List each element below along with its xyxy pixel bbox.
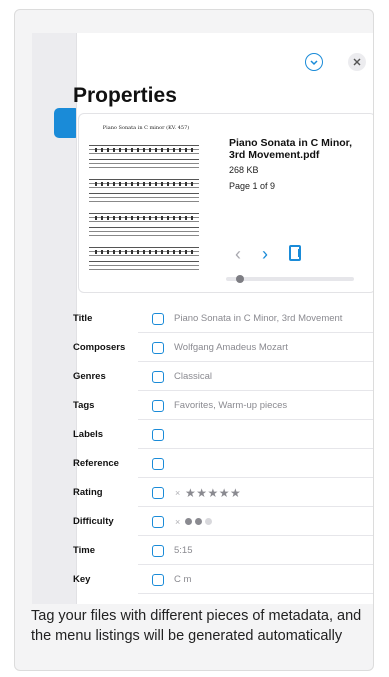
field-label: Time	[73, 545, 96, 556]
notes	[95, 216, 193, 220]
field-value[interactable]: Favorites, Warm-up pieces	[174, 400, 287, 411]
field-checkbox[interactable]	[152, 341, 164, 354]
field-value[interactable]: Classical	[174, 371, 212, 382]
field-checkbox[interactable]	[152, 457, 164, 470]
difficulty-dot[interactable]	[195, 518, 202, 525]
field-row-labels: Labels	[73, 420, 373, 449]
page-title: Properties	[73, 84, 177, 107]
field-label: Rating	[73, 487, 103, 498]
score-thumbnail[interactable]: Piano Sonata in C minor (KV. 457)	[81, 117, 205, 279]
field-label: Key	[73, 574, 91, 585]
file-name: Piano Sonata in C Minor, 3rd Movement.pd…	[229, 137, 353, 161]
file-preview-card: Piano Sonata in C minor (KV. 457) Piano …	[78, 113, 373, 293]
confirm-button[interactable]	[305, 53, 323, 71]
previous-page-button[interactable]: ‹	[235, 245, 241, 263]
field-row-composers: Composers Wolfgang Amadeus Mozart	[73, 333, 373, 362]
next-page-button[interactable]: ›	[262, 245, 268, 263]
field-checkbox[interactable]	[152, 370, 164, 383]
field-checkbox[interactable]	[152, 573, 164, 586]
metadata-fields: Title Piano Sonata in C Minor, 3rd Movem…	[73, 304, 373, 594]
field-row-reference: Reference	[73, 449, 373, 478]
check-circle-icon	[310, 60, 318, 66]
chevron-left-icon: ‹	[235, 244, 241, 264]
field-row-difficulty: Difficulty ×	[73, 507, 373, 536]
field-row-genres: Genres Classical	[73, 362, 373, 391]
file-size: 268 KB	[229, 165, 259, 175]
difficulty-dots[interactable]	[185, 518, 212, 525]
field-checkbox[interactable]	[152, 428, 164, 441]
field-label: Labels	[73, 429, 104, 440]
difficulty-dot[interactable]	[185, 518, 192, 525]
staff-line	[89, 227, 199, 239]
staff-line	[89, 159, 199, 171]
field-row-tags: Tags Favorites, Warm-up pieces	[73, 391, 373, 420]
clear-rating-button[interactable]: ×	[175, 488, 180, 498]
page-scrubber-track[interactable]	[226, 277, 354, 281]
page-info: Page 1 of 9	[229, 181, 276, 191]
field-row-rating: Rating × ★★★★★	[73, 478, 373, 507]
close-button[interactable]	[348, 53, 366, 71]
field-checkbox[interactable]	[152, 515, 164, 528]
book-icon[interactable]	[289, 245, 301, 261]
figure-caption: Tag your files with different pieces of …	[31, 608, 362, 644]
figure-frame: Properties Piano Sonata in C minor (KV. …	[14, 9, 374, 671]
notes	[95, 148, 193, 152]
field-label: Tags	[73, 400, 95, 411]
field-value[interactable]: Piano Sonata in C Minor, 3rd Movement	[174, 313, 342, 324]
field-label: Difficulty	[73, 516, 114, 527]
field-row-key: Key C m	[73, 565, 373, 594]
field-row-time: Time 5:15	[73, 536, 373, 565]
staff-line	[89, 261, 199, 273]
thumbnail-title: Piano Sonata in C minor (KV. 457)	[102, 125, 190, 131]
clear-difficulty-button[interactable]: ×	[175, 517, 180, 527]
field-label: Genres	[73, 371, 106, 382]
field-value[interactable]: Wolfgang Amadeus Mozart	[174, 342, 288, 353]
chevron-right-icon: ›	[262, 244, 268, 264]
field-value[interactable]: 5:15	[174, 545, 193, 556]
difficulty-dot[interactable]	[205, 518, 212, 525]
field-label: Reference	[73, 458, 119, 469]
page-scrubber-handle[interactable]	[236, 275, 245, 283]
notes	[95, 182, 193, 186]
field-checkbox[interactable]	[152, 399, 164, 412]
notes	[95, 250, 193, 254]
field-checkbox[interactable]	[152, 486, 164, 499]
staff-line	[89, 193, 199, 205]
field-value[interactable]: C m	[174, 574, 191, 585]
field-label: Composers	[73, 342, 126, 353]
field-label: Title	[73, 313, 93, 324]
field-checkbox[interactable]	[152, 312, 164, 325]
close-icon	[353, 58, 361, 66]
rating-stars[interactable]: ★★★★★	[185, 486, 241, 500]
field-checkbox[interactable]	[152, 544, 164, 557]
field-row-title: Title Piano Sonata in C Minor, 3rd Movem…	[73, 304, 373, 333]
